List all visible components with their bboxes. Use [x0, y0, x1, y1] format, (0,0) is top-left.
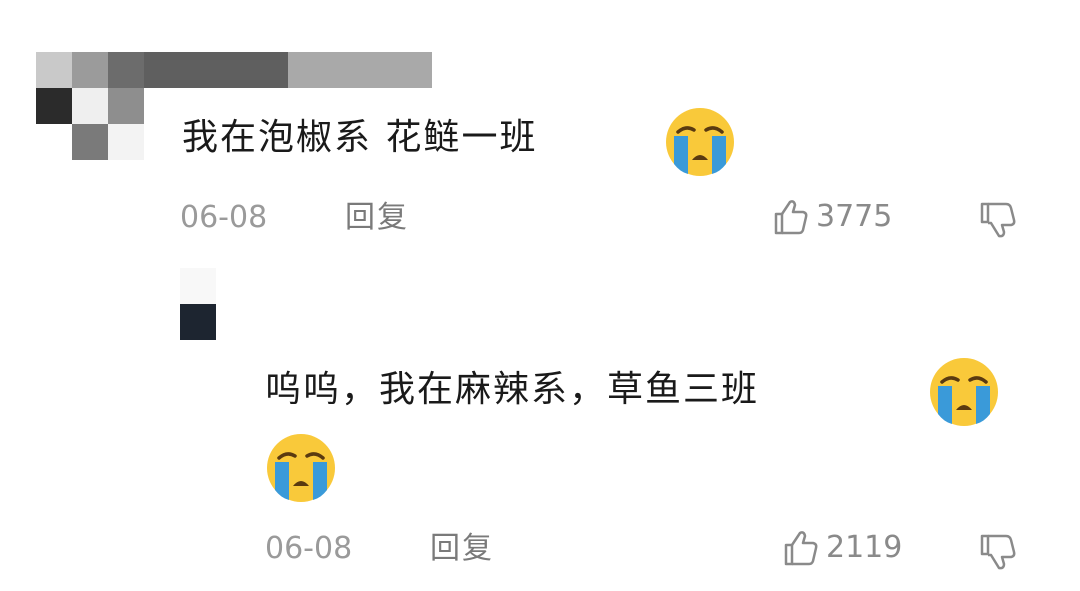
- crying-face-emoji: [930, 358, 998, 426]
- comment-thread: 我在泡椒系 花鲢一班 06-08 回复 3775 呜呜，我在麻辣系，草鱼三班 0…: [0, 0, 1080, 591]
- reply-avatar-censored[interactable]: [180, 268, 216, 340]
- reply-text: 呜呜，我在麻辣系，草鱼三班: [265, 369, 760, 410]
- like-count: 2119: [826, 530, 903, 565]
- crying-face-emoji: [267, 434, 335, 502]
- thumbs-up-icon: [774, 200, 808, 235]
- reply-button[interactable]: 回复: [345, 203, 409, 233]
- username-censored[interactable]: [144, 52, 432, 88]
- thumbs-down-icon[interactable]: [978, 532, 1018, 572]
- avatar-censored[interactable]: [36, 52, 144, 160]
- thumbs-up-icon: [784, 531, 818, 566]
- reply-date: 06-08: [265, 531, 353, 566]
- comment-text: 我在泡椒系 花鲢一班: [182, 117, 538, 158]
- comment-date: 06-08: [180, 200, 268, 235]
- like-button[interactable]: 3775: [770, 197, 892, 237]
- thumbs-down-icon[interactable]: [978, 200, 1018, 240]
- crying-face-emoji: [666, 108, 734, 176]
- like-count: 3775: [816, 199, 893, 234]
- like-button[interactable]: 2119: [780, 528, 902, 568]
- reply-button[interactable]: 回复: [430, 534, 494, 564]
